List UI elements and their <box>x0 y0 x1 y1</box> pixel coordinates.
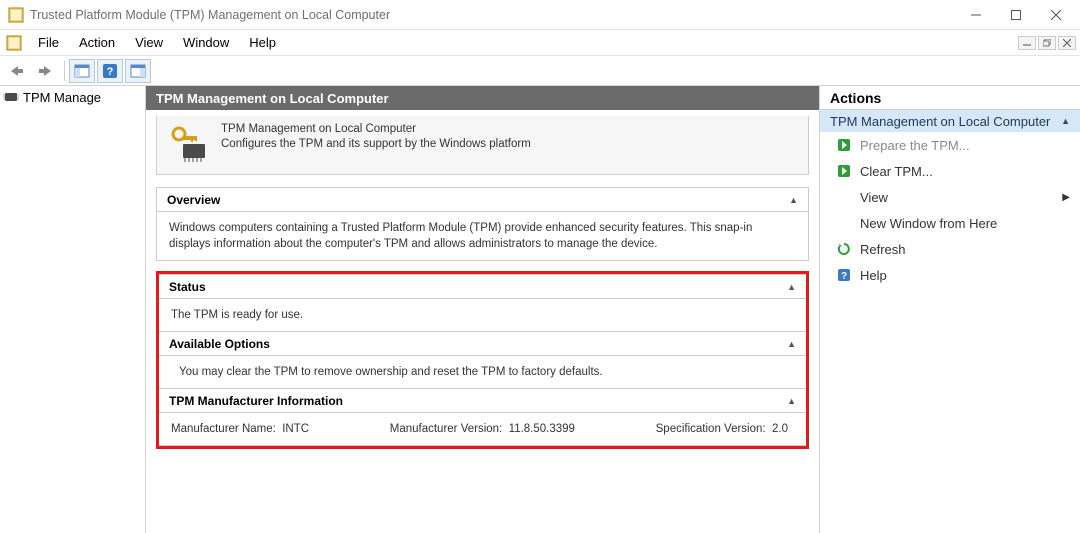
status-title: Status <box>169 280 206 294</box>
status-header[interactable]: Status ▲ <box>159 275 806 299</box>
mmc-icon <box>6 35 22 51</box>
minimize-button[interactable] <box>956 1 996 29</box>
arrow-right-green-icon <box>836 137 852 153</box>
spec-version-label: Specification Version: <box>656 423 766 435</box>
intro-text: TPM Management on Local Computer Configu… <box>221 122 531 152</box>
overview-header[interactable]: Overview ▲ <box>157 188 808 212</box>
collapse-icon: ▲ <box>787 282 796 292</box>
maximize-button[interactable] <box>996 1 1036 29</box>
menu-file[interactable]: File <box>28 32 69 53</box>
manufacturer-row: Manufacturer Name: INTC Manufacturer Ver… <box>171 421 794 437</box>
collapse-icon: ▲ <box>789 195 798 205</box>
options-body: You may clear the TPM to remove ownershi… <box>159 356 806 388</box>
action-help[interactable]: ? Help <box>820 262 1080 288</box>
blank-icon <box>836 215 852 231</box>
toolbar-separator <box>64 61 65 81</box>
menu-bar: File Action View Window Help <box>0 30 1080 56</box>
status-section: Status ▲ The TPM is ready for use. <box>159 274 806 332</box>
action-view-label: View <box>860 190 888 205</box>
help-toolbar-button[interactable]: ? <box>97 59 123 83</box>
child-minimize-button[interactable] <box>1018 36 1036 50</box>
overview-title: Overview <box>167 193 220 207</box>
action-help-label: Help <box>860 268 887 283</box>
toolbar: ? <box>0 56 1080 86</box>
action-clear-label: Clear TPM... <box>860 164 933 179</box>
options-section: Available Options ▲ You may clear the TP… <box>159 332 806 389</box>
arrow-right-green-icon <box>836 163 852 179</box>
collapse-icon: ▲ <box>787 339 796 349</box>
manufacturer-title: TPM Manufacturer Information <box>169 394 343 408</box>
show-hide-tree-button[interactable] <box>69 59 95 83</box>
options-header[interactable]: Available Options ▲ <box>159 332 806 356</box>
actions-group-label: TPM Management on Local Computer <box>830 114 1050 129</box>
blank-icon <box>836 189 852 205</box>
window-controls <box>956 1 1076 29</box>
menu-help[interactable]: Help <box>239 32 286 53</box>
tree-pane: TPM Manage <box>0 86 146 533</box>
action-prepare-label: Prepare the TPM... <box>860 138 970 153</box>
spec-version-value: 2.0 <box>772 423 788 435</box>
title-bar: Trusted Platform Module (TPM) Management… <box>0 0 1080 30</box>
action-refresh-label: Refresh <box>860 242 906 257</box>
child-window-controls <box>1018 36 1076 50</box>
menu-view[interactable]: View <box>125 32 173 53</box>
highlighted-region: Status ▲ The TPM is ready for use. Avail… <box>156 271 809 449</box>
refresh-icon <box>836 241 852 257</box>
show-hide-action-button[interactable] <box>125 59 151 83</box>
menu-window[interactable]: Window <box>173 32 239 53</box>
mfr-name-cell: Manufacturer Name: INTC <box>171 421 309 437</box>
center-header: TPM Management on Local Computer <box>146 86 819 110</box>
key-chip-icon <box>169 124 209 164</box>
spec-version-cell: Specification Version: 2.0 <box>656 421 788 437</box>
actions-header: Actions <box>820 86 1080 110</box>
close-button[interactable] <box>1036 1 1076 29</box>
center-pane: TPM Management on Local Computer <box>146 86 820 533</box>
child-restore-button[interactable] <box>1038 36 1056 50</box>
mfr-name-label: Manufacturer Name: <box>171 423 276 435</box>
app-icon <box>8 7 24 23</box>
overview-body: Windows computers containing a Trusted P… <box>157 212 808 260</box>
tpm-chip-icon <box>2 89 20 105</box>
manufacturer-header[interactable]: TPM Manufacturer Information ▲ <box>159 389 806 413</box>
actions-group-header[interactable]: TPM Management on Local Computer ▲ <box>820 110 1080 132</box>
back-button[interactable] <box>4 59 30 83</box>
actions-pane: Actions TPM Management on Local Computer… <box>820 86 1080 533</box>
action-new-window[interactable]: New Window from Here <box>820 210 1080 236</box>
mfr-version-cell: Manufacturer Version: 11.8.50.3399 <box>390 421 575 437</box>
action-refresh[interactable]: Refresh <box>820 236 1080 262</box>
action-clear-tpm[interactable]: Clear TPM... <box>820 158 1080 184</box>
help-icon: ? <box>836 267 852 283</box>
action-prepare-tpm[interactable]: Prepare the TPM... <box>820 132 1080 158</box>
mfr-name-value: INTC <box>282 423 309 435</box>
mfr-version-value: 11.8.50.3399 <box>509 423 575 435</box>
action-view[interactable]: View ▶ <box>820 184 1080 210</box>
mfr-version-label: Manufacturer Version: <box>390 423 503 435</box>
forward-button[interactable] <box>32 59 58 83</box>
manufacturer-section: TPM Manufacturer Information ▲ Manufactu… <box>159 389 806 446</box>
child-close-button[interactable] <box>1058 36 1076 50</box>
manufacturer-body: Manufacturer Name: INTC Manufacturer Ver… <box>159 413 806 445</box>
intro-box: TPM Management on Local Computer Configu… <box>156 116 809 175</box>
overview-section: Overview ▲ Windows computers containing … <box>156 187 809 261</box>
intro-title: TPM Management on Local Computer <box>221 122 531 137</box>
action-new-window-label: New Window from Here <box>860 216 997 231</box>
collapse-icon: ▲ <box>787 396 796 406</box>
chevron-right-icon: ▶ <box>1062 192 1070 203</box>
options-title: Available Options <box>169 337 270 351</box>
menu-action[interactable]: Action <box>69 32 125 53</box>
center-body: TPM Management on Local Computer Configu… <box>146 110 819 459</box>
collapse-icon: ▲ <box>1061 116 1070 126</box>
intro-description: Configures the TPM and its support by th… <box>221 137 531 152</box>
tree-root-label: TPM Manage <box>23 90 101 105</box>
svg-text:?: ? <box>841 271 847 282</box>
window-title: Trusted Platform Module (TPM) Management… <box>30 8 956 22</box>
svg-text:?: ? <box>107 66 114 78</box>
main-panes: TPM Manage TPM Management on Local Compu… <box>0 86 1080 533</box>
status-body: The TPM is ready for use. <box>159 299 806 331</box>
tree-root-item[interactable]: TPM Manage <box>0 86 145 108</box>
